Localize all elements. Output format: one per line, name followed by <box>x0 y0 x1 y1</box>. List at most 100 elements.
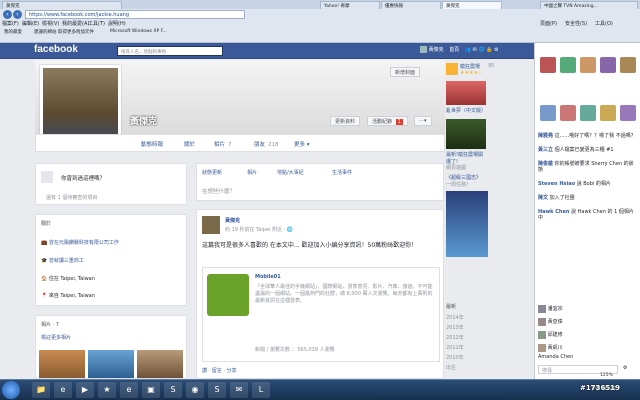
year-2014[interactable]: 2014年 <box>446 313 464 323</box>
menu-edit[interactable]: 編輯(E) <box>22 20 39 27</box>
ticker-item[interactable]: 陳雅堯 這......哦好了嗎？？嗯了我 不過嗎？ <box>538 133 638 139</box>
app-title[interactable]: 瘋狂農場 <box>460 63 480 70</box>
ad3-image[interactable] <box>446 191 488 257</box>
photos-title[interactable]: 相片 · 7 <box>41 321 59 328</box>
menu-page[interactable]: 頁面(P) <box>540 20 557 27</box>
add-cover-button[interactable]: 新增封面 <box>390 67 421 77</box>
composer-input[interactable]: 在想些什麼？ <box>202 187 235 195</box>
app-icon[interactable]: ★ <box>98 382 116 398</box>
post-author[interactable]: 黃傑克 <box>225 217 240 224</box>
ticker-thumb-7[interactable] <box>560 105 576 121</box>
messages-icon[interactable]: ✉ <box>473 47 477 53</box>
menu-file[interactable]: 檔案(F) <box>2 20 19 27</box>
ticker-thumb-4[interactable] <box>600 57 616 73</box>
about-from-text[interactable]: 來自 Taipei, Taiwan <box>49 293 95 299</box>
notifications-icon[interactable]: 🌐 <box>478 47 484 53</box>
browser-tab-4[interactable]: 黃傑克 <box>442 1 502 9</box>
ticker-item[interactable]: Hawk Chen 說 Hawk Chen 的 1 個相片中 <box>538 209 638 221</box>
about-title[interactable]: 關於 <box>41 220 51 227</box>
facebook-logo[interactable]: facebook <box>34 44 78 55</box>
back-icon[interactable]: ‹ <box>3 10 12 19</box>
about-school-text[interactable]: 曾就讀三重商工 <box>49 258 84 264</box>
lock-icon[interactable]: 🔒 <box>486 47 492 53</box>
activity-log-button[interactable]: 活動紀錄 1 <box>367 116 408 126</box>
menu-help[interactable]: 說明(H) <box>108 20 126 27</box>
link-preview[interactable]: Mobile01 「全球華人最佳的手機網站」，國際網站，發表意見、影片、汽車、旅… <box>202 267 440 362</box>
photo-thumb-3[interactable] <box>137 350 183 378</box>
app-image[interactable] <box>446 81 486 105</box>
review-title[interactable]: 你曾到過這裡嗎？ <box>61 174 105 182</box>
line-icon[interactable]: L <box>252 382 270 398</box>
ticker-thumb-1[interactable] <box>540 57 556 73</box>
forward-icon[interactable]: › <box>13 10 22 19</box>
ticker-thumb-10[interactable] <box>620 105 636 121</box>
review-sub[interactable]: 還有 1 個待審查的項目 <box>46 194 97 201</box>
chat-friend[interactable]: 潘宜宗 <box>538 303 638 316</box>
menu-tools[interactable]: 工具(T) <box>88 20 105 27</box>
ad2-title[interactable]: 亂世夢（中文版） <box>446 107 486 114</box>
ticker-item[interactable]: 陳俊雄 你的帳號被要求 Sherry Chen 的狀態 <box>538 161 638 173</box>
ticker-thumb-9[interactable] <box>600 105 616 121</box>
menu-tools-right[interactable]: 工具(O) <box>595 20 613 27</box>
year-2011[interactable]: 2011年 <box>446 343 464 353</box>
post-meta[interactable]: 約 19 秒前在 Taipei 附近 · 🌐 <box>225 226 293 233</box>
composer-tab-life[interactable]: 生活事件 <box>332 169 352 176</box>
composer-tab-status[interactable]: 狀態更新 <box>202 169 222 176</box>
tag-photos-link[interactable]: 標註更多相片 <box>41 334 71 341</box>
fav-star-icon[interactable]: 我的最愛 <box>4 29 22 35</box>
tab-more[interactable]: 更多 ▾ <box>294 140 310 148</box>
browser-tab-5[interactable]: 中國之聲 TVN Amazing... <box>540 1 638 9</box>
ie-window-icon[interactable]: e <box>120 382 138 398</box>
menu-view[interactable]: 檢視(V) <box>42 20 59 27</box>
ticker-thumb-3[interactable] <box>580 57 596 73</box>
more-options-button[interactable]: ⋯▾ <box>414 116 432 126</box>
ticker-thumb-6[interactable] <box>540 105 556 121</box>
about-work-text[interactable]: 曾在元陽鑽戰科技有限公司工作 <box>49 240 119 246</box>
friend-requests-icon[interactable]: 👥 <box>465 47 471 53</box>
home-link[interactable]: 首頁 <box>449 47 459 53</box>
about-lives-text[interactable]: 住在 Taipei, Taiwan <box>49 276 95 282</box>
post-actions[interactable]: 讚 · 留言 · 分享 <box>202 367 237 374</box>
browser-tab-3[interactable]: 優惠快報 <box>381 1 441 9</box>
tab-timeline[interactable]: 動態時報 <box>141 140 163 148</box>
ad1-title[interactable]: 最新!瘋狂農場開爆了! <box>446 151 486 165</box>
ticker-thumb-5[interactable] <box>620 57 636 73</box>
zoom-level[interactable]: 125% <box>600 373 613 378</box>
menu-safety[interactable]: 安全性(S) <box>565 20 587 27</box>
address-bar[interactable]: https://www.facebook.com/jackie.huang <box>25 10 245 19</box>
ticker-thumb-8[interactable] <box>580 105 596 121</box>
chat-footer-friend[interactable]: Amanda Chen <box>538 354 573 360</box>
user-name-link[interactable]: 黃傑克 <box>429 47 444 53</box>
ad3-title[interactable]: 《超級三國志》 <box>446 174 481 181</box>
browser-tab-1[interactable]: 黃傑克 <box>2 1 122 9</box>
profile-name[interactable]: 黃傑克 <box>130 114 157 127</box>
skype-icon[interactable]: S <box>164 382 182 398</box>
composer-tab-place[interactable]: 地點/大事紀 <box>277 169 304 176</box>
ticker-thumb-2[interactable] <box>560 57 576 73</box>
year-birth[interactable]: 出生 <box>446 363 464 373</box>
chat-settings-icon[interactable]: ⚙ <box>623 365 627 371</box>
chat-friend[interactable]: 黃亞偉 <box>538 316 638 329</box>
ticker-item[interactable]: 黃三立 個人檔案已變更為三種 #1 <box>538 147 638 153</box>
ad1-image[interactable] <box>446 119 486 149</box>
fav-windowsxp[interactable]: Microsoft Windows XP F... <box>110 29 167 34</box>
menu-favorites[interactable]: 我的最愛(A) <box>62 20 89 27</box>
year-2012[interactable]: 2012年 <box>446 333 464 343</box>
mail-icon[interactable]: ✉ <box>230 382 248 398</box>
start-button[interactable] <box>2 381 20 399</box>
fav-addons[interactable]: 取得更多附加元件 <box>58 29 94 35</box>
browser-tab-2[interactable]: Yahoo! 奇摩 <box>320 1 380 9</box>
chat-friend[interactable]: 邱建修 <box>538 329 638 342</box>
avatar[interactable] <box>202 216 220 234</box>
link-title[interactable]: Mobile01 <box>255 274 281 280</box>
explorer-icon[interactable]: 📁 <box>32 382 50 398</box>
ie-icon[interactable]: e <box>54 382 72 398</box>
ticker-item[interactable]: 陳文 加入了社團 <box>538 195 638 201</box>
year-2013[interactable]: 2013年 <box>446 323 464 333</box>
tab-photos[interactable]: 相片 7 <box>214 140 232 148</box>
photo-thumb-2[interactable] <box>88 350 134 378</box>
composer-tab-photo[interactable]: 相片 <box>247 169 257 176</box>
tab-friends[interactable]: 朋友 218 <box>254 140 279 148</box>
gear-icon[interactable]: ⚙ <box>494 47 498 53</box>
fav-suggested[interactable]: 建議的網站 <box>34 29 57 35</box>
